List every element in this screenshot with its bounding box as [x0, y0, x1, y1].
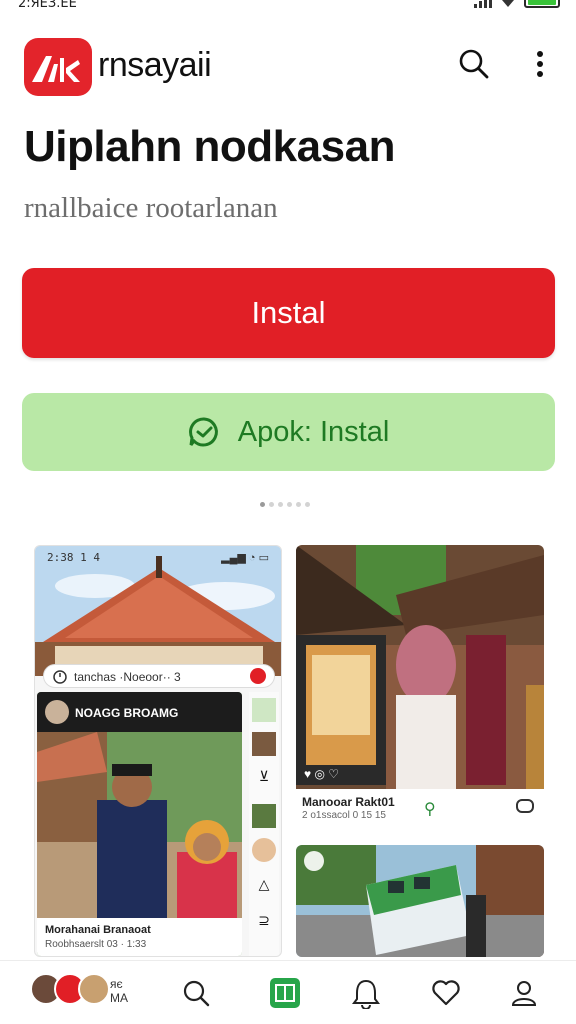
screenshot-feed-title: NOAGG BROAMG [75, 706, 179, 720]
screenshot-search-pill: tanchas ·Noeoor·· 3 [43, 664, 275, 688]
install-button[interactable]: Instal [22, 268, 555, 358]
screenshot-feed-caption: Morahanai Branaoat Roobhsaerslt 03 · 1:3… [37, 918, 242, 956]
app-name: rnsayaii [98, 46, 212, 84]
app-screenshot-2[interactable]: ♥ ◎ ♡ Manooar Rakt01 2 o1ssacol 0 15 15 … [296, 545, 544, 829]
carousel-dot[interactable] [296, 502, 301, 507]
chat-bubble-icon [188, 417, 218, 447]
screenshot-pill-text: tanchas ·Noeoor·· 3 [74, 670, 181, 684]
bottom-navigation: яє MA [0, 960, 576, 1024]
share-icon: ⊇ [258, 912, 270, 928]
reaction-icons: ♥ ◎ ♡ [304, 767, 340, 781]
more-vertical-icon [537, 51, 543, 77]
page-subtitle: rnallbaice rootarlanan [24, 192, 278, 224]
more-options-button[interactable] [520, 44, 560, 84]
nav-home[interactable] [263, 971, 307, 1015]
chat-icon [516, 799, 534, 813]
screenshot-side-strip: ⊻ △ ⊇ [249, 692, 279, 956]
screenshot-feed-card: NOAGG BROAMG Morahanai Branaoat Roobhsae… [37, 692, 242, 956]
apk-install-label: Apok: Instal [237, 415, 390, 448]
pin-icon: ⚲ [424, 801, 436, 818]
status-time: 2:ЯЕЗ.ЕЕ [18, 0, 77, 11]
carousel-dot[interactable] [305, 502, 310, 507]
screenshot-caption-sub: Roobhsaerslt 03 · 1:33 [45, 939, 147, 950]
screenshot-status-bar: 2:38 1 4 ▂▄▆ ◔ ▭ [35, 546, 281, 568]
carousel-dot[interactable] [260, 502, 265, 507]
status-bar: 2:ЯЕЗ.ЕЕ [0, 0, 576, 14]
app-logo [24, 38, 92, 96]
avatar [78, 973, 110, 1005]
app-screenshot-3[interactable] [296, 845, 544, 957]
nav-label: яє MA [110, 977, 128, 1005]
user-icon [511, 981, 537, 1006]
status-icons [474, 0, 560, 8]
app-screenshot-1[interactable]: 2:38 1 4 ▂▄▆ ◔ ▭ tanchas ·Noeoor·· 3 NOA… [34, 545, 282, 957]
nav-profile[interactable] [502, 971, 546, 1015]
carousel-indicator [260, 502, 310, 507]
market-photo [296, 545, 544, 789]
screenshot-2-caption: Manooar Rakt01 2 o1ssacol 0 15 15 ⚲ [296, 789, 544, 829]
triangle-icon: △ [258, 876, 270, 892]
battery-icon [524, 0, 560, 8]
thumb [252, 732, 276, 756]
nav-label-line2: MA [110, 991, 128, 1005]
nav-profile-stack[interactable] [30, 973, 110, 1013]
filter-icon: ⊻ [258, 768, 270, 784]
search-icon [183, 980, 210, 1007]
page-title: Uiplahn nodkasan [24, 122, 395, 171]
record-icon [250, 668, 266, 684]
screenshot-2-caption-sub: 2 o1ssacol 0 15 15 [302, 810, 386, 821]
thumb [252, 804, 276, 828]
play-icon [304, 851, 324, 871]
nav-label-line1: яє [110, 977, 123, 991]
screenshot-2-caption-title: Manooar Rakt01 [302, 795, 395, 809]
clock-icon [53, 670, 67, 684]
thumb [252, 838, 276, 862]
install-button-label: Instal [251, 295, 326, 330]
nav-search[interactable] [174, 971, 218, 1015]
screenshot-feed-header: NOAGG BROAMG [37, 692, 242, 732]
carousel-dot[interactable] [269, 502, 274, 507]
carousel-dot[interactable] [287, 502, 292, 507]
nav-favorites[interactable] [424, 971, 468, 1015]
bell-icon [352, 979, 380, 1009]
screenshot-time: 2:38 1 4 [47, 551, 100, 564]
home-box-icon [270, 978, 300, 1008]
nav-notifications[interactable] [344, 971, 388, 1015]
avatar [45, 700, 69, 724]
screenshot-caption-title: Morahanai Branaoat [45, 924, 151, 936]
carousel-dot[interactable] [278, 502, 283, 507]
apk-install-button[interactable]: Apok: Instal [22, 393, 555, 471]
app-header: rnsayaii [0, 30, 576, 102]
heart-icon [432, 980, 460, 1006]
train-photo [296, 845, 544, 957]
search-button[interactable] [454, 44, 494, 84]
thumb [252, 698, 276, 722]
logo-mark-icon [32, 56, 80, 82]
screenshot-status-icons: ▂▄▆ ◔ ▭ [221, 552, 269, 564]
search-icon [459, 49, 489, 79]
wifi-icon [502, 0, 514, 7]
signal-icon [474, 0, 492, 8]
